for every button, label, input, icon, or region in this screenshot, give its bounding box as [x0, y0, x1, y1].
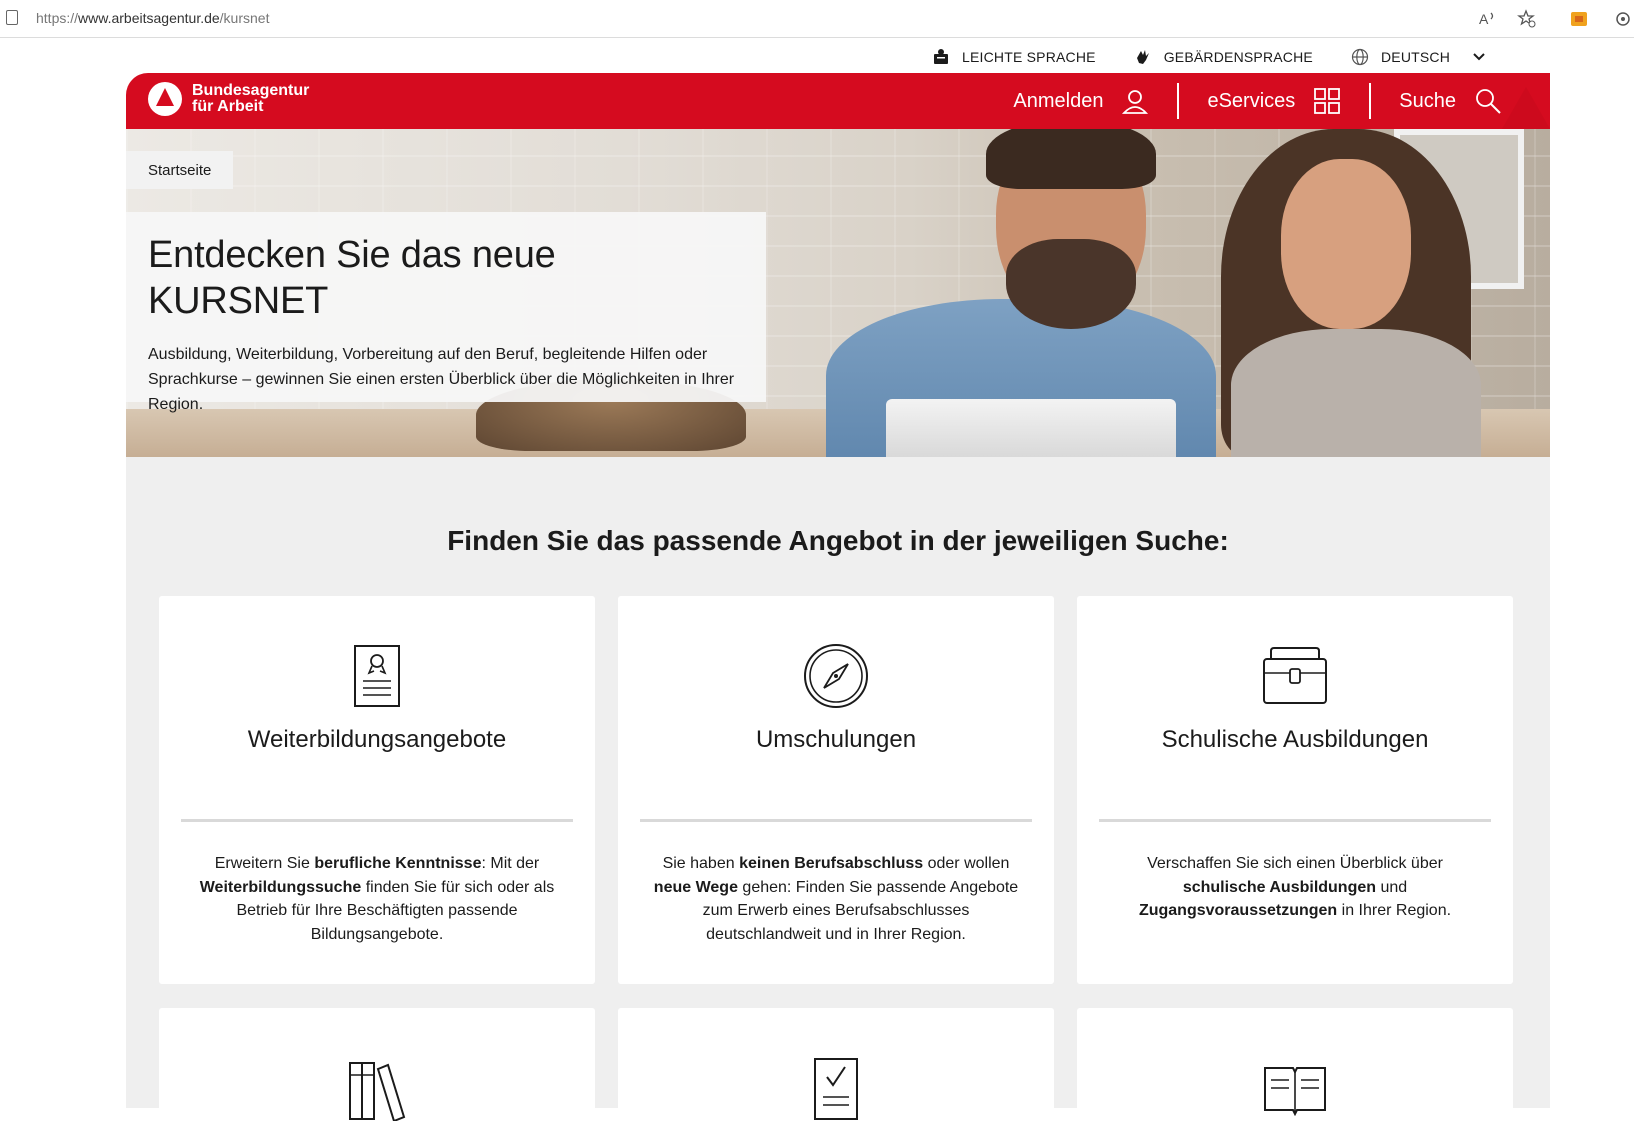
school-bag-icon — [1259, 640, 1331, 712]
logo-text: Bundesagentur für Arbeit — [192, 83, 309, 115]
utility-label: DEUTSCH — [1380, 49, 1451, 65]
search-icon — [1476, 89, 1501, 114]
grid-icon — [1314, 88, 1341, 114]
sign-language-icon — [1136, 50, 1149, 64]
favorite-add-icon[interactable] — [1516, 8, 1538, 30]
logo-line1: Bundesagentur — [192, 82, 310, 99]
card-description-text: : Mit der — [481, 855, 540, 872]
logo-line2: für Arbeit — [192, 98, 264, 115]
url-path: /kursnet — [219, 10, 270, 26]
search-button[interactable]: Suche — [1371, 87, 1502, 115]
globe-icon — [1351, 48, 1369, 66]
url-scheme: https:// — [36, 10, 79, 26]
breadcrumb-home[interactable]: Startseite — [148, 162, 211, 179]
card-title: Weiterbildungsangebote — [247, 726, 507, 753]
card-description-text: und — [1376, 878, 1408, 896]
card-description-emphasis: berufliche Kenntnisse — [314, 855, 482, 872]
user-icon — [1122, 90, 1149, 114]
utility-item-easy-language[interactable]: LEICHTE SPRACHE — [932, 48, 1096, 66]
certificate-icon — [341, 640, 413, 712]
settings-icon[interactable] — [1612, 8, 1634, 30]
login-button[interactable]: Anmelden — [985, 87, 1177, 115]
language-selector[interactable]: DEUTSCH — [1351, 48, 1486, 66]
card-title: Umschulungen — [755, 726, 917, 753]
address-bar[interactable]: https://www.arbeitsagentur.de/kursnet — [36, 10, 269, 26]
card-umschulungen[interactable]: Umschulungen Sie haben keinen Berufsabsc… — [618, 596, 1054, 984]
read-aloud-icon[interactable]: A — [1476, 8, 1498, 30]
compass-icon — [800, 640, 872, 712]
checklist-icon — [800, 1052, 872, 1124]
card-description-text: Verschaffen Sie sich einen Überblick übe… — [1147, 855, 1443, 872]
card-description-emphasis: keinen Berufsabschluss — [739, 855, 924, 872]
card-description-emphasis: schulische Ausbildungen — [1182, 878, 1377, 896]
card-row2-2[interactable] — [618, 1008, 1054, 1128]
easy-language-icon — [934, 49, 948, 64]
utility-label: LEICHTE SPRACHE — [962, 49, 1096, 65]
card-divider — [181, 819, 573, 822]
card-description-text: Sie haben — [662, 855, 740, 872]
chevron-down-icon — [1473, 53, 1485, 61]
card-schulische-ausbildungen[interactable]: Schulische Ausbildungen Verschaffen Sie … — [1077, 596, 1513, 984]
page-title: Entdecken Sie das neue KURSNET — [148, 234, 556, 322]
extension-icon[interactable] — [1568, 8, 1590, 30]
card-weiterbildungsangebote[interactable]: Weiterbildungsangebote Erweitern Sie ber… — [159, 596, 595, 984]
card-description: Sie haben keinen Berufsabschluss oder wo… — [652, 852, 1020, 946]
card-description-emphasis: neue Wege — [653, 878, 738, 896]
card-title: Schulische Ausbildungen — [1161, 726, 1429, 753]
breadcrumb: Startseite — [126, 151, 234, 189]
site-header: Bundesagentur für Arbeit Anmelden eServi… — [126, 73, 1550, 129]
card-divider — [640, 819, 1032, 822]
hero-textbox: Entdecken Sie das neue KURSNET Ausbildun… — [126, 212, 766, 413]
card-description-text: in Ihrer Region. — [1337, 902, 1452, 919]
utility-item-sign-language[interactable]: GEBÄRDENSPRACHE — [1134, 48, 1313, 66]
card-description-text: oder wollen — [923, 855, 1010, 872]
logo-mark-icon — [148, 82, 182, 116]
svg-text:A: A — [1479, 11, 1489, 27]
card-divider — [1099, 819, 1491, 822]
eservices-button[interactable]: eServices — [1179, 87, 1369, 115]
login-label: Anmelden — [1013, 89, 1104, 112]
open-book-icon — [1259, 1052, 1331, 1124]
card-description: Verschaffen Sie sich einen Überblick übe… — [1111, 852, 1479, 923]
header-corner-decoration — [1502, 87, 1550, 129]
card-description-text: gehen: Finden Sie passende Angebote zum … — [702, 878, 1019, 943]
eservices-label: eServices — [1207, 89, 1296, 112]
hero-laptop — [886, 399, 1176, 457]
logo[interactable]: Bundesagentur für Arbeit — [148, 82, 309, 116]
header-nav: Anmelden eServices Suche — [985, 73, 1502, 129]
search-label: Suche — [1399, 89, 1456, 112]
url-host: www.arbeitsagentur.de — [78, 10, 220, 26]
card-description-text: Erweitern Sie — [214, 855, 315, 872]
books-icon — [341, 1052, 413, 1124]
utility-nav: LEICHTE SPRACHE GEBÄRDENSPRACHE DEUTSCH — [932, 46, 1486, 68]
card-description-emphasis: Weiterbildungssuche — [199, 878, 362, 896]
card-description: Erweitern Sie berufliche Kenntnisse: Mit… — [193, 852, 561, 946]
hero-description: Ausbildung, Weiterbildung, Vorbereitung … — [148, 346, 735, 413]
browser-toolbar: https://www.arbeitsagentur.de/kursnet A — [0, 0, 1634, 38]
hero-person-woman — [1201, 129, 1501, 457]
card-description-emphasis: Zugangsvoraussetzungen — [1138, 902, 1338, 919]
card-row2-1[interactable] — [159, 1008, 595, 1128]
utility-label: GEBÄRDENSPRACHE — [1163, 49, 1313, 65]
card-row2-3[interactable] — [1077, 1008, 1513, 1128]
section-title: Finden Sie das passende Angebot in der j… — [447, 525, 1229, 556]
page-icon — [6, 10, 18, 25]
